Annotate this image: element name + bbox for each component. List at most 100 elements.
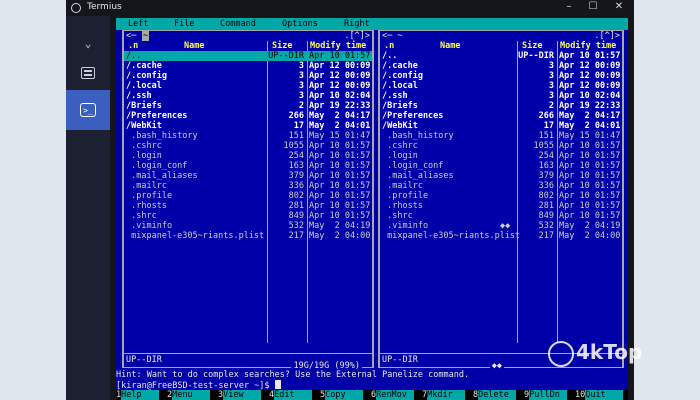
file-row[interactable]: /.config 3 Apr 12 00:09 [380,71,622,81]
header-modify-time[interactable]: Modify time [560,41,616,51]
panel-hotkey[interactable]: ~ [142,31,150,41]
file-row[interactable]: .login_conf 163 Apr 10 01:57 [380,161,622,171]
header-size[interactable]: Size [522,41,542,51]
file-row[interactable]: .bash_history 151 May 15 01:47 [380,131,622,141]
panel-nav-left[interactable]: <─ ~ [382,31,402,41]
minimize-button[interactable]: – [558,1,580,15]
file-row[interactable]: /WebKit 17 May 2 04:01 [124,121,372,131]
file-size: 379 [538,171,554,181]
menu-left[interactable]: Left [128,19,148,29]
panel-nav-right[interactable]: .[^]> [344,31,370,41]
fkey-edit-button[interactable]: 4Edit [269,390,313,400]
file-size: 266 [538,111,554,121]
left-panel-status: UP--DIR [126,355,162,365]
file-name: .login [126,151,162,161]
file-name: /.cache [382,61,418,71]
fkey-label: Mkdir [427,390,466,400]
file-row[interactable]: .cshrc 1055 Apr 10 01:57 [380,141,622,151]
fkey-renmov-button[interactable]: 6RenMov [371,390,415,400]
file-row[interactable]: mixpanel-e305~riants.plist 217 May 2 04:00 [380,231,622,241]
file-row[interactable]: .mailrc 336 Apr 10 01:57 [124,181,372,191]
file-row[interactable]: .rhosts 281 Apr 10 01:57 [380,201,622,211]
text-cursor [274,380,281,389]
header-modify-time[interactable]: Modify time [310,41,366,51]
fkey-copy-button[interactable]: 5Copy [320,390,364,400]
fkey-view-button[interactable]: 3View [218,390,262,400]
header-name[interactable]: Name [184,41,204,51]
file-size: 17 [293,121,304,131]
fkey-pulldn-button[interactable]: 9PullDn [524,390,568,400]
hosts-icon [81,67,95,79]
right-panel[interactable]: <─ ~ .[^]> .n Name Size Modify time /.. U… [378,30,624,371]
file-date: Apr 10 01:57 [559,201,621,211]
file-name: /WebKit [126,121,162,131]
file-name: /.local [382,81,418,91]
close-button[interactable]: ✕ [608,1,630,15]
fkey-menu-button[interactable]: 2Menu [167,390,211,400]
file-row[interactable]: /.local 3 Apr 12 00:09 [124,81,372,91]
maximize-button[interactable]: ☐ [582,1,604,15]
file-row[interactable]: .login 254 Apr 10 01:57 [380,151,622,161]
file-row[interactable]: /.cache 3 Apr 12 00:09 [380,61,622,71]
file-row[interactable]: .cshrc 1055 Apr 10 01:57 [124,141,372,151]
file-name: .rhosts [382,201,423,211]
file-row[interactable]: .viminfo 532 May 2 04:19 [124,221,372,231]
file-row[interactable]: .mailrc 336 Apr 10 01:57 [380,181,622,191]
menu-file[interactable]: File [174,19,194,29]
file-row[interactable]: /Briefs 2 Apr 19 22:33 [124,101,372,111]
file-row[interactable]: .shrc 849 Apr 10 01:57 [124,211,372,221]
file-row[interactable]: .mail_aliases 379 Apr 10 01:57 [380,171,622,181]
file-row[interactable]: .profile 802 Apr 10 01:57 [124,191,372,201]
file-size: 3 [548,81,554,91]
command-line[interactable]: [kiran@FreeBSD-test-server ~]$ [116,380,628,391]
file-row[interactable]: /.cache 3 Apr 12 00:09 [124,61,372,71]
file-row[interactable]: /Briefs 2 Apr 19 22:33 [380,101,622,111]
file-row[interactable]: /.ssh 3 Apr 10 02:04 [124,91,372,101]
file-row[interactable]: mixpanel-e305~riants.plist 217 May 2 04:00 [124,231,372,241]
hosts-button[interactable] [66,58,110,88]
file-row[interactable]: .bash_history 151 May 15 01:47 [124,131,372,141]
file-row[interactable]: /Preferences 266 May 2 04:17 [380,111,622,121]
panel-nav-left[interactable]: <─ [126,31,136,41]
termius-logo-icon [71,3,81,13]
file-name: /.local [126,81,162,91]
file-row[interactable]: /WebKit 17 May 2 04:01 [380,121,622,131]
file-row[interactable]: .mail_aliases 379 Apr 10 01:57 [124,171,372,181]
header-sort[interactable]: .n [384,41,394,51]
fkey-mkdir-button[interactable]: 7Mkdir [422,390,466,400]
header-size[interactable]: Size [272,41,292,51]
file-name: .login [382,151,418,161]
file-row[interactable]: .rhosts 281 Apr 10 01:57 [124,201,372,211]
fkey-help-button[interactable]: 1Help [116,390,160,400]
file-name: .bash_history [126,131,198,141]
file-name: .profile [382,191,429,201]
file-row[interactable]: .login_conf 163 Apr 10 01:57 [124,161,372,171]
file-row[interactable]: /.. UP--DIR Apr 10 01:57 [380,51,622,61]
file-row[interactable]: /.config 3 Apr 12 00:09 [124,71,372,81]
file-row[interactable]: .viminfo 532 May 2 04:19 ◆◆ [380,221,622,231]
left-panel[interactable]: <─ ~ .[^]> .n Name Size Modify time /.. U… [122,30,374,371]
chevron-down-icon[interactable]: ⌄ [66,28,110,58]
file-row[interactable]: /.local 3 Apr 12 00:09 [380,81,622,91]
terminal-tab-button[interactable]: >_ [66,90,110,130]
header-sort[interactable]: .n [128,41,138,51]
file-name: /.ssh [126,91,152,101]
file-row[interactable]: .login 254 Apr 10 01:57 [124,151,372,161]
file-row[interactable]: .shrc 849 Apr 10 01:57 [380,211,622,221]
fkey-quit-button[interactable]: 10Quit [575,390,624,400]
panel-nav-right[interactable]: .[^]> [594,31,620,41]
file-name: .login_conf [126,161,188,171]
file-date: Apr 10 01:57 [309,171,371,181]
menu-options[interactable]: Options [282,19,318,29]
file-row[interactable]: /.ssh 3 Apr 10 02:04 [380,91,622,101]
file-size: 379 [288,171,304,181]
file-row[interactable]: .profile 802 Apr 10 01:57 [380,191,622,201]
fkey-delete-button[interactable]: 8Delete [473,390,517,400]
header-name[interactable]: Name [440,41,460,51]
file-row[interactable]: /Preferences 266 May 2 04:17 [124,111,372,121]
file-date: May 2 04:01 [309,121,371,131]
menu-command[interactable]: Command [220,19,256,29]
file-name: /WebKit [382,121,418,131]
menu-right[interactable]: Right [344,19,370,29]
file-row[interactable]: /.. UP--DIR Apr 10 01:57 [124,51,372,61]
